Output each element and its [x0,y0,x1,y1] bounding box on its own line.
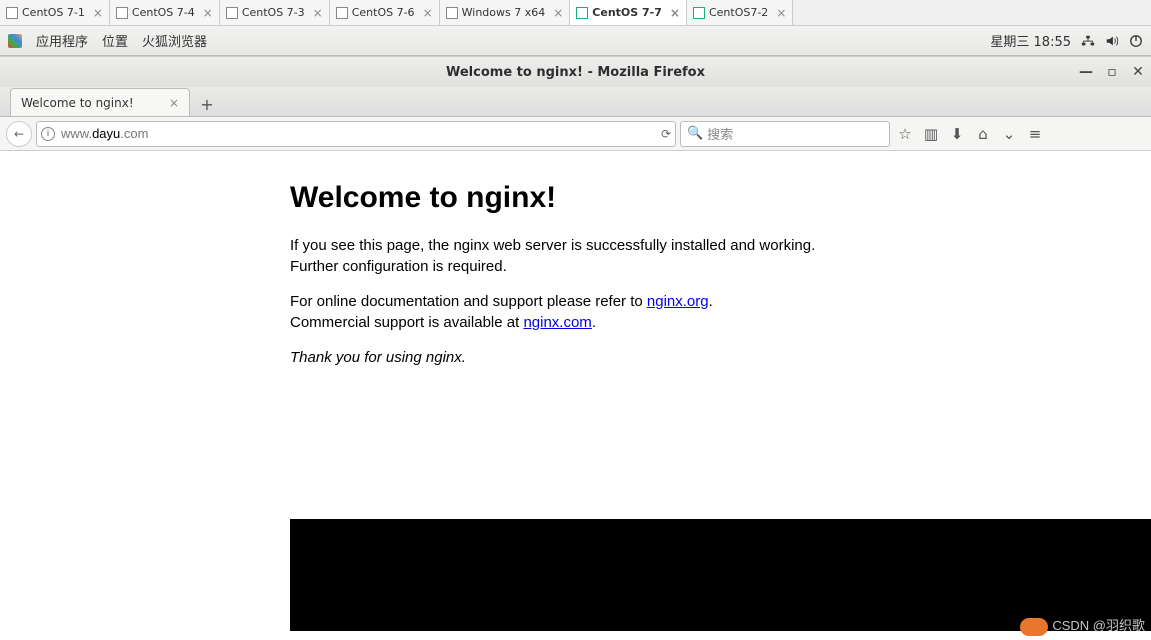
back-button[interactable]: ← [6,121,32,147]
close-icon[interactable]: × [313,6,323,20]
search-bar[interactable]: 🔍 搜索 [680,121,890,147]
firefox-tab-bar: Welcome to nginx! × + [0,87,1151,117]
vm-icon [576,7,588,19]
minimize-button[interactable]: — [1079,65,1093,79]
close-icon[interactable]: × [776,6,786,20]
activities-icon[interactable] [8,34,22,48]
close-icon[interactable]: × [93,6,103,20]
page-heading: Welcome to nginx! [290,181,1151,215]
vm-tab[interactable]: CentOS 7-3 × [220,0,330,25]
firefox-window: Welcome to nginx! - Mozilla Firefox — ▫ … [0,56,1151,631]
vm-tab-label: Windows 7 x64 [462,6,546,19]
close-button[interactable]: ✕ [1131,65,1145,79]
library-icon[interactable]: ▥ [920,123,942,145]
vm-tab-label: CentOS 7-4 [132,6,195,19]
clock[interactable]: 星期三 18:55 [990,31,1071,50]
vm-tab-label: CentOS 7-3 [242,6,305,19]
vm-tab-active[interactable]: CentOS 7-7 × [570,0,687,25]
vm-icon [116,7,128,19]
home-icon[interactable]: ⌂ [972,123,994,145]
tab-title: Welcome to nginx! [21,96,134,110]
search-placeholder: 搜索 [707,124,733,143]
php-logo-icon [1020,618,1048,636]
vm-tab-label: CentOS 7-1 [22,6,85,19]
page-paragraph: If you see this page, the nginx web serv… [290,235,1151,277]
power-icon[interactable] [1129,34,1143,48]
vm-tab[interactable]: CentOS7-2 × [687,0,793,25]
window-title: Welcome to nginx! - Mozilla Firefox [446,65,705,80]
vm-icon [6,7,18,19]
bookmark-star-icon[interactable]: ☆ [894,123,916,145]
new-tab-button[interactable]: + [194,92,220,116]
vm-tab-label: CentOS 7-7 [592,6,662,19]
browser-tab[interactable]: Welcome to nginx! × [10,88,190,116]
link-nginx-com[interactable]: nginx.com [523,314,591,331]
vm-tab[interactable]: CentOS 7-6 × [330,0,440,25]
network-icon[interactable] [1081,34,1095,48]
vm-icon [226,7,238,19]
vm-tab-bar: CentOS 7-1 × CentOS 7-4 × CentOS 7-3 × Cent… [0,0,1151,26]
vm-tab[interactable]: CentOS 7-1 × [0,0,110,25]
url-text: www.dayu.com [61,126,655,141]
close-icon[interactable]: × [423,6,433,20]
search-icon: 🔍 [687,126,703,141]
vm-tab-label: CentOS7-2 [709,6,768,19]
url-bar[interactable]: i www.dayu.com ⟳ [36,121,676,147]
firefox-titlebar: Welcome to nginx! - Mozilla Firefox — ▫ … [0,57,1151,87]
vm-tab-label: CentOS 7-6 [352,6,415,19]
vm-icon [693,7,705,19]
firefox-toolbar: ← i www.dayu.com ⟳ 🔍 搜索 ☆ ▥ ⬇ ⌂ ⌄ ≡ [0,117,1151,151]
menu-places[interactable]: 位置 [102,31,128,50]
close-icon[interactable]: × [169,96,179,110]
menu-icon[interactable]: ≡ [1024,123,1046,145]
maximize-button[interactable]: ▫ [1105,65,1119,79]
menu-firefox[interactable]: 火狐浏览器 [142,31,207,50]
link-nginx-org[interactable]: nginx.org [647,293,709,310]
menu-applications[interactable]: 应用程序 [36,31,88,50]
page-paragraph: Thank you for using nginx. [290,347,1151,368]
watermark: CSDN @羽织歌 [1020,615,1145,636]
close-icon[interactable]: × [553,6,563,20]
pocket-icon[interactable]: ⌄ [998,123,1020,145]
vm-tab[interactable]: Windows 7 x64 × [440,0,571,25]
vm-icon [446,7,458,19]
site-info-icon[interactable]: i [41,127,55,141]
volume-icon[interactable] [1105,34,1119,48]
vm-tab[interactable]: CentOS 7-4 × [110,0,220,25]
page-paragraph: For online documentation and support ple… [290,291,1151,333]
page-content: Welcome to nginx! If you see this page, … [0,151,1151,631]
gnome-top-bar: 应用程序 位置 火狐浏览器 星期三 18:55 [0,26,1151,56]
close-icon[interactable]: × [203,6,213,20]
close-icon[interactable]: × [670,6,680,20]
reload-icon[interactable]: ⟳ [661,127,671,141]
downloads-icon[interactable]: ⬇ [946,123,968,145]
video-black-band [290,519,1151,631]
vm-icon [336,7,348,19]
